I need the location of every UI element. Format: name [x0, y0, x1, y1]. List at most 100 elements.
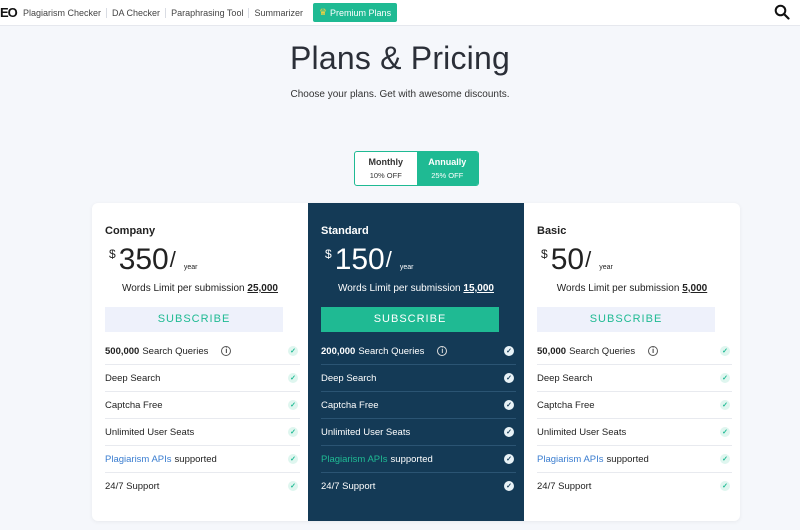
price-slash: /	[585, 247, 592, 272]
plagiarism-apis-link[interactable]: Plagiarism APIs	[105, 454, 172, 465]
price-period: year	[183, 264, 198, 271]
check-icon: ✓	[720, 454, 730, 464]
nav-link-plagiarism-checker[interactable]: Plagiarism Checker	[18, 7, 108, 18]
words-limit: Words Limit per submission 15,000	[308, 283, 524, 294]
top-nav: EO Plagiarism Checker DA Checker Paraphr…	[0, 0, 800, 26]
price-period: year	[399, 264, 414, 271]
feature-captcha-free: Captcha Free ✓	[537, 392, 732, 419]
feature-label: Captcha Free	[105, 399, 163, 411]
check-icon: ✓	[288, 346, 298, 356]
check-icon: ✓	[504, 373, 514, 383]
feature-deep-search: Deep Search ✓	[537, 365, 732, 392]
plan-price: $ 350 / year	[109, 243, 198, 277]
feature-queries-count: 500,000	[105, 345, 140, 357]
feature-label: Unlimited User Seats	[321, 426, 411, 438]
toggle-monthly-discount: 10% OFF	[369, 171, 402, 180]
toggle-annually[interactable]: Annually 25% OFF	[416, 152, 478, 185]
feature-label: supported	[390, 453, 433, 465]
plan-card-basic: Basic $ 50 / year Words Limit per submis…	[524, 203, 740, 521]
price-currency: $	[325, 247, 332, 261]
price-amount: 50	[550, 243, 585, 276]
feature-queries-count: 50,000	[537, 345, 567, 357]
words-limit-value: 5,000	[682, 283, 708, 294]
feature-label: Unlimited User Seats	[105, 426, 195, 438]
price-period: year	[599, 264, 613, 271]
logo[interactable]: EO	[0, 5, 18, 20]
feature-support: 24/7 Support ✓	[537, 473, 732, 500]
price-currency: $	[541, 247, 548, 261]
crown-icon: ♛	[318, 7, 328, 17]
nav-link-da-checker[interactable]: DA Checker	[107, 7, 167, 18]
check-icon: ✓	[720, 427, 730, 437]
plan-card-company: Company $ 350 / year Words Limit per sub…	[92, 203, 308, 521]
check-icon: ✓	[720, 400, 730, 410]
check-icon: ✓	[288, 427, 298, 437]
nav-link-paraphrasing-tool[interactable]: Paraphrasing Tool	[166, 7, 250, 18]
check-icon: ✓	[504, 481, 514, 491]
price-slash: /	[385, 247, 392, 272]
check-icon: ✓	[720, 481, 730, 491]
feature-label: Deep Search	[537, 372, 593, 384]
feature-list: 200,000 Search Queries i ✓ Deep Search ✓…	[321, 338, 516, 500]
subscribe-button[interactable]: SUBSCRIBE	[105, 307, 283, 332]
feature-queries-count: 200,000	[321, 345, 356, 357]
search-icon[interactable]	[774, 4, 790, 20]
words-limit-label: Words Limit per submission	[121, 283, 245, 294]
feature-captcha-free: Captcha Free ✓	[321, 392, 516, 419]
toggle-monthly-label: Monthly	[368, 157, 404, 167]
subscribe-button[interactable]: SUBSCRIBE	[321, 307, 499, 332]
feature-queries-label: Search Queries	[569, 345, 636, 357]
premium-plans-button[interactable]: ♛ Premium Plans	[312, 3, 398, 22]
check-icon: ✓	[504, 400, 514, 410]
feature-list: 50,000 Search Queries i ✓ Deep Search ✓ …	[537, 338, 732, 500]
toggle-monthly[interactable]: Monthly 10% OFF	[355, 152, 417, 185]
plan-card-standard: Standard $ 150 / year Words Limit per su…	[308, 203, 524, 521]
feature-apis: Plagiarism APIs supported ✓	[537, 446, 732, 473]
feature-deep-search: Deep Search ✓	[321, 365, 516, 392]
premium-plans-label: Premium Plans	[330, 7, 392, 18]
words-limit-label: Words Limit per submission	[337, 283, 461, 294]
feature-queries-label: Search Queries	[142, 345, 209, 357]
plan-name: Standard	[321, 225, 369, 237]
info-icon[interactable]: i	[221, 346, 232, 356]
price-amount: 350	[118, 243, 169, 276]
plan-name: Company	[105, 225, 156, 237]
info-icon[interactable]: i	[437, 346, 448, 356]
check-icon: ✓	[720, 346, 730, 356]
words-limit: Words Limit per submission 25,000	[92, 283, 308, 294]
feature-label: supported	[606, 453, 649, 465]
feature-label: Deep Search	[105, 372, 161, 384]
feature-user-seats: Unlimited User Seats ✓	[105, 419, 300, 446]
check-icon: ✓	[720, 373, 730, 383]
feature-support: 24/7 Support ✓	[105, 473, 300, 500]
plagiarism-apis-link[interactable]: Plagiarism APIs	[537, 454, 604, 465]
feature-label: 24/7 Support	[537, 481, 592, 492]
feature-user-seats: Unlimited User Seats ✓	[537, 419, 732, 446]
feature-label: Unlimited User Seats	[537, 426, 627, 438]
feature-support: 24/7 Support ✓	[321, 473, 516, 500]
check-icon: ✓	[504, 454, 514, 464]
billing-toggle: Monthly 10% OFF Annually 25% OFF	[354, 151, 479, 186]
info-icon[interactable]: i	[648, 346, 659, 356]
feature-label: Captcha Free	[321, 399, 379, 411]
toggle-annually-discount: 25% OFF	[431, 171, 464, 180]
check-icon: ✓	[288, 400, 298, 410]
feature-label: 24/7 Support	[321, 481, 376, 492]
plan-name: Basic	[537, 225, 567, 237]
check-icon: ✓	[504, 427, 514, 437]
price-amount: 150	[334, 243, 385, 276]
check-icon: ✓	[504, 346, 514, 356]
plagiarism-apis-link[interactable]: Plagiarism APIs	[321, 454, 388, 465]
feature-label: Captcha Free	[537, 399, 595, 411]
price-currency: $	[109, 247, 116, 261]
feature-search-queries: 50,000 Search Queries i ✓	[537, 338, 732, 365]
toggle-annually-label: Annually	[428, 157, 467, 167]
price-slash: /	[169, 247, 176, 272]
subscribe-button[interactable]: SUBSCRIBE	[537, 307, 715, 332]
nav-links: Plagiarism Checker DA Checker Paraphrasi…	[18, 7, 308, 18]
feature-user-seats: Unlimited User Seats ✓	[321, 419, 516, 446]
words-limit-value: 25,000	[247, 283, 278, 294]
nav-link-summarizer[interactable]: Summarizer	[249, 8, 308, 18]
feature-apis: Plagiarism APIs supported ✓	[321, 446, 516, 473]
feature-search-queries: 500,000 Search Queries i ✓	[105, 338, 300, 365]
